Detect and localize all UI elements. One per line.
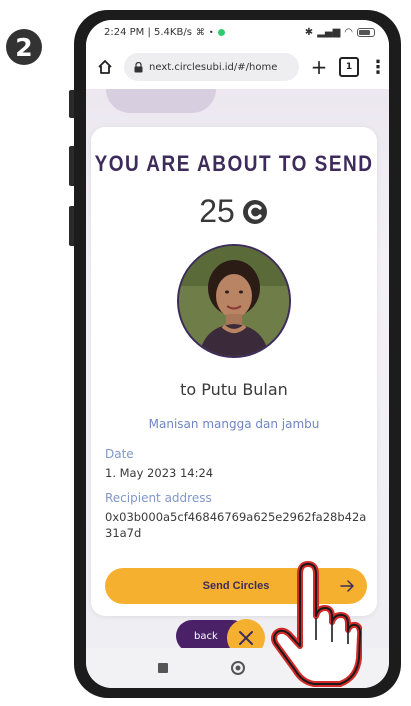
date-label: Date (105, 447, 134, 461)
lock-icon (134, 61, 143, 72)
tab-switcher-button[interactable]: 1 (339, 57, 359, 77)
amount-row: 25 (91, 193, 377, 230)
date-value: 1. May 2023 14:24 (105, 466, 214, 480)
pointing-hand-icon (271, 561, 362, 687)
recent-apps-icon[interactable] (157, 662, 169, 674)
back-label: back (194, 630, 218, 642)
send-confirmation-card: YOU ARE ABOUT TO SEND 25 to Putu Bulan M… (91, 127, 377, 616)
url-text: next.circlesubi.id/#/home (149, 61, 278, 73)
recipient-address-value: 0x03b000a5cf46846769a625e2962fa28b42a31a… (105, 510, 367, 540)
transfer-memo: Manisan mangga dan jambu (148, 417, 320, 431)
status-bar: 2:24 PM | 5.4KB/s ⌘ • ✱ ▂▄▆ ◠ (86, 20, 389, 45)
notification-icon: ⌘ (195, 27, 205, 38)
recipient-address-label: Recipient address (105, 491, 212, 505)
bluetooth-icon: ✱ (304, 27, 314, 38)
home-nav-icon[interactable] (230, 660, 246, 676)
new-tab-button[interactable]: + (309, 55, 329, 79)
battery-icon (357, 28, 375, 37)
dot-icon: • (208, 28, 214, 37)
amount-value: 25 (199, 193, 235, 229)
page-title: YOU ARE ABOUT TO SEND (94, 152, 374, 177)
send-circles-label: Send Circles (202, 580, 270, 592)
recipient-avatar (177, 244, 291, 358)
step-badge: 2 (6, 29, 42, 65)
recipient-name: to Putu Bulan (180, 380, 288, 399)
header-decoration (106, 89, 216, 113)
wifi-icon: ◠ (344, 27, 353, 38)
url-field[interactable]: next.circlesubi.id/#/home (124, 53, 299, 81)
status-time: 2:24 PM | 5.4KB/s (104, 27, 192, 38)
close-icon (239, 631, 253, 645)
signal-icon: ▂▄▆ (317, 27, 341, 38)
green-status-dot-icon (217, 29, 225, 36)
browser-menu-button[interactable]: ⋮ (369, 57, 387, 78)
home-icon[interactable] (96, 58, 114, 76)
circles-logo-icon (241, 198, 269, 226)
browser-toolbar: next.circlesubi.id/#/home + 1 ⋮ (86, 45, 389, 89)
